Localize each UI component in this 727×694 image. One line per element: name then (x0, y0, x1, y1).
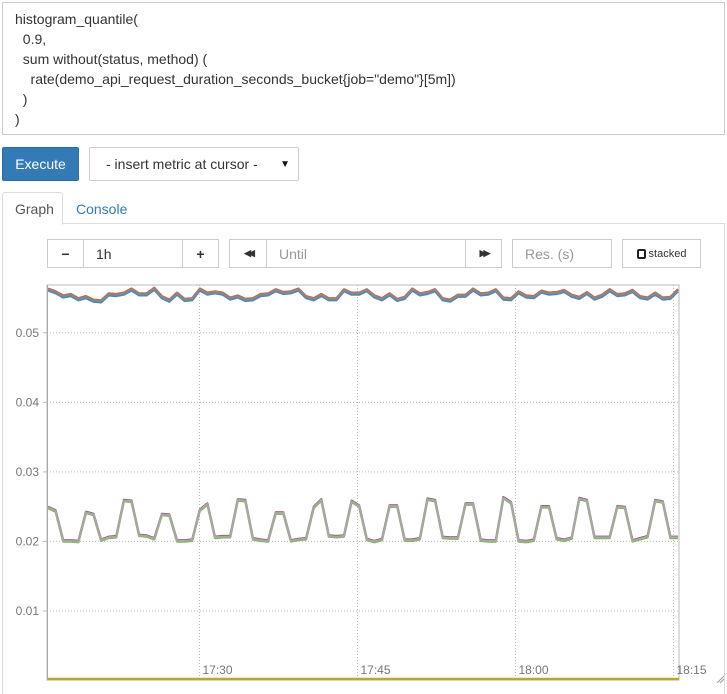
insert-metric-select-label: - insert metric at cursor - (106, 156, 258, 172)
tab-graph[interactable]: Graph (2, 192, 63, 225)
tab-bar: Graph Console (2, 192, 725, 225)
y-tick-label: 0.01 (16, 604, 40, 618)
time-back-button[interactable]: ◀◀ (229, 239, 267, 268)
stacked-toggle-button[interactable]: stacked (622, 239, 701, 268)
stacked-label: stacked (648, 247, 687, 260)
y-tick-label: 0.02 (16, 534, 40, 548)
execute-button[interactable]: Execute (2, 147, 79, 181)
y-tick-label: 0.03 (16, 465, 40, 479)
range-increase-button[interactable]: + (182, 239, 219, 268)
x-tick-label: 17:30 (203, 663, 233, 677)
y-tick-label: 0.05 (16, 326, 40, 340)
tab-console[interactable]: Console (64, 192, 139, 225)
checkbox-icon (636, 248, 646, 259)
fast-backward-icon: ◀◀ (244, 248, 255, 258)
resolution-input[interactable]: Res. (s) (512, 239, 612, 268)
x-tick-label: 18:15 (677, 663, 707, 677)
insert-metric-select[interactable]: - insert metric at cursor - ▼ (89, 147, 299, 181)
x-tick-label: 18:00 (519, 663, 549, 677)
expression-input[interactable]: histogram_quantile( 0.9, sum without(sta… (2, 2, 725, 135)
plus-icon: + (196, 245, 205, 262)
until-input[interactable]: Until (266, 239, 466, 268)
series-low-gray (47, 496, 678, 543)
plot-frame (46, 284, 680, 681)
range-input[interactable]: 1h (83, 239, 183, 268)
range-decrease-button[interactable]: − (47, 239, 84, 268)
x-tick-label: 17:45 (361, 663, 391, 677)
fast-forward-icon: ▶▶ (479, 248, 491, 258)
y-tick-label: 0.04 (16, 395, 40, 409)
minus-icon: − (61, 245, 70, 262)
graph-chart: 0.01 0.02 0.03 0.04 0.05 17:30 17:45 18:00 18:15 (16, 284, 707, 681)
time-forward-button[interactable]: ▶▶ (465, 239, 502, 268)
caret-down-icon: ▼ (280, 159, 290, 170)
